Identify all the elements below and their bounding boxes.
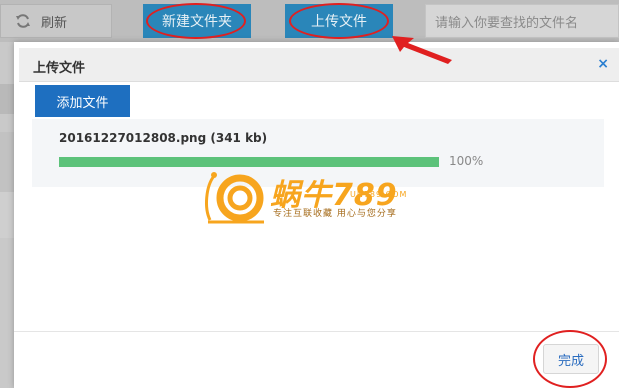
progress-fill [59, 157, 439, 167]
watermark-logo: 蜗牛789 UN789.COM 专注互联收藏 用心与您分享 [200, 168, 430, 228]
footer-divider [14, 331, 619, 332]
upload-file-button[interactable]: 上传文件 [285, 4, 393, 38]
progress-percent: 100% [449, 154, 484, 168]
watermark-slogan: 专注互联收藏 用心与您分享 [273, 209, 397, 219]
refresh-label: 刷新 [41, 15, 68, 31]
sidebar-block [0, 132, 14, 192]
refresh-icon [16, 14, 30, 28]
toolbar: 刷新 新建文件夹 上传文件 请输入你要查找的文件名 [0, 0, 619, 42]
add-file-button[interactable]: 添加文件 [35, 85, 130, 117]
snail-logo-icon [205, 172, 264, 224]
dialog-header: 上传文件 × [19, 48, 619, 82]
close-icon[interactable]: × [597, 56, 609, 72]
new-folder-button[interactable]: 新建文件夹 [143, 4, 251, 38]
refresh-button[interactable]: 刷新 [0, 4, 112, 38]
dialog-title: 上传文件 [33, 61, 86, 76]
sidebar-block [0, 84, 14, 114]
done-button[interactable]: 完成 [543, 344, 599, 374]
annotation-arrow-icon [392, 36, 452, 64]
watermark-url: UN789.COM [350, 190, 408, 199]
background-sidebar [0, 42, 14, 388]
progress-bar [59, 157, 439, 167]
file-name: 20161227012808.png (341 kb) [59, 131, 268, 145]
sidebar-block [0, 192, 14, 238]
